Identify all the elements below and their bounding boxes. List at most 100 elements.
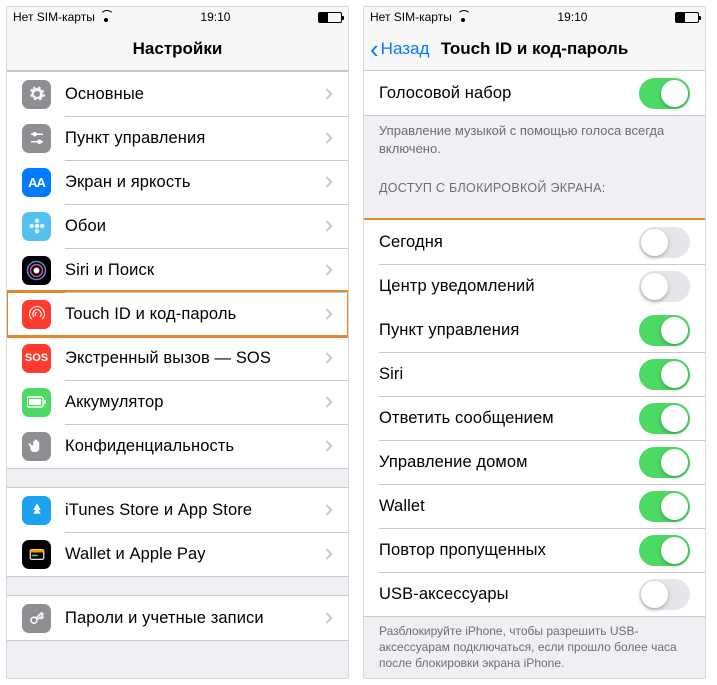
chevron-right-icon xyxy=(321,352,332,363)
nav-bar: Настройки xyxy=(7,27,348,71)
chevron-right-icon xyxy=(321,176,332,187)
chevron-right-icon xyxy=(321,440,332,451)
lock-access-row[interactable]: Повтор пропущенных xyxy=(364,528,705,572)
row-label: Сегодня xyxy=(379,233,639,252)
chevron-right-icon xyxy=(321,220,332,231)
gear-icon xyxy=(22,80,51,109)
touchid-list[interactable]: Голосовой набор Управление музыкой с пом… xyxy=(364,71,705,678)
row-label: Центр уведомлений xyxy=(379,277,639,296)
settings-row[interactable]: Конфиденциальность xyxy=(7,424,348,468)
status-bar: Нет SIM-карты 19:10 xyxy=(364,7,705,27)
row-label: Wallet и Apple Pay xyxy=(65,545,323,564)
row-label: Повтор пропущенных xyxy=(379,541,639,560)
row-label: Ответить сообщением xyxy=(379,409,639,428)
nav-bar: ‹ Назад Touch ID и код-пароль xyxy=(364,27,705,71)
row-label: Siri и Поиск xyxy=(65,261,323,280)
chevron-right-icon xyxy=(321,132,332,143)
row-label: Пункт управления xyxy=(65,129,323,148)
lock-access-row[interactable]: USB-аксессуары xyxy=(364,572,705,616)
carrier-text: Нет SIM-карты xyxy=(13,10,95,24)
row-label: Wallet xyxy=(379,497,639,516)
lock-access-row[interactable]: Siri xyxy=(364,352,705,396)
settings-row[interactable]: Основные xyxy=(7,72,348,116)
settings-row[interactable]: Пункт управления xyxy=(7,116,348,160)
settings-row[interactable]: Touch ID и код-пароль xyxy=(7,292,348,336)
toggle[interactable] xyxy=(639,315,690,346)
wallet-icon xyxy=(22,540,51,569)
voice-dial-toggle[interactable] xyxy=(639,78,690,109)
chevron-right-icon xyxy=(321,612,332,623)
wifi-icon xyxy=(99,12,113,22)
chevron-right-icon xyxy=(321,396,332,407)
batt-icon xyxy=(22,388,51,417)
toggle[interactable] xyxy=(639,271,690,302)
settings-screen: Нет SIM-карты 19:10 Настройки Основные Пу… xyxy=(6,6,349,679)
row-label: Пункт управления xyxy=(379,321,639,340)
lock-access-row[interactable]: Пункт управления xyxy=(364,308,705,352)
chevron-right-icon xyxy=(321,504,332,515)
row-label: USB-аксессуары xyxy=(379,585,639,604)
touchid-screen: Нет SIM-карты 19:10 ‹ Назад Touch ID и к… xyxy=(363,6,706,679)
row-label: Siri xyxy=(379,365,639,384)
voice-dial-label: Голосовой набор xyxy=(379,84,639,103)
key-icon xyxy=(22,604,51,633)
settings-list[interactable]: Основные Пункт управления AA Экран и яркост… xyxy=(7,71,348,678)
battery-icon xyxy=(675,12,699,23)
row-label: Пароли и учетные записи xyxy=(65,609,323,628)
settings-row[interactable]: SOS Экстренный вызов — SOS xyxy=(7,336,348,380)
row-label: Обои xyxy=(65,217,323,236)
toggle[interactable] xyxy=(639,403,690,434)
row-label: Аккумулятор xyxy=(65,393,323,412)
chevron-right-icon xyxy=(321,264,332,275)
lock-access-row[interactable]: Ответить сообщением xyxy=(364,396,705,440)
carrier-text: Нет SIM-карты xyxy=(370,10,452,24)
finger-icon xyxy=(22,300,51,329)
toggle[interactable] xyxy=(639,535,690,566)
astore-icon xyxy=(22,496,51,525)
siri-icon xyxy=(22,256,51,285)
sos-icon: SOS xyxy=(22,344,51,373)
row-label: Экран и яркость xyxy=(65,173,323,192)
voice-note: Управление музыкой с помощью голоса всег… xyxy=(364,116,705,165)
toggle[interactable] xyxy=(639,579,690,610)
usb-footer-note: Разблокируйте iPhone, чтобы разрешить US… xyxy=(364,617,705,678)
sliders-icon xyxy=(22,124,51,153)
lock-access-header: ДОСТУП С БЛОКИРОВКОЙ ЭКРАНА: xyxy=(364,165,705,201)
back-label: Назад xyxy=(381,39,430,59)
row-label: Экстренный вызов — SOS xyxy=(65,349,323,368)
clock: 19:10 xyxy=(557,10,587,24)
settings-row[interactable]: AA Экран и яркость xyxy=(7,160,348,204)
lock-access-row[interactable]: Сегодня xyxy=(364,220,705,264)
settings-row[interactable]: Siri и Поиск xyxy=(7,248,348,292)
row-label: Основные xyxy=(65,85,323,104)
battery-icon xyxy=(318,12,342,23)
chevron-right-icon xyxy=(321,308,332,319)
chevron-right-icon xyxy=(321,88,332,99)
settings-row[interactable]: Обои xyxy=(7,204,348,248)
row-label: Конфиденциальность xyxy=(65,437,323,456)
status-bar: Нет SIM-карты 19:10 xyxy=(7,7,348,27)
toggle[interactable] xyxy=(639,359,690,390)
chevron-left-icon: ‹ xyxy=(370,36,379,62)
aa-icon: AA xyxy=(22,168,51,197)
settings-row[interactable]: iTunes Store и App Store xyxy=(7,488,348,532)
toggle[interactable] xyxy=(639,447,690,478)
lock-access-row[interactable]: Wallet xyxy=(364,484,705,528)
toggle[interactable] xyxy=(639,491,690,522)
chevron-right-icon xyxy=(321,548,332,559)
settings-row[interactable]: Wallet и Apple Pay xyxy=(7,532,348,576)
back-button[interactable]: ‹ Назад xyxy=(370,36,429,62)
hand-icon xyxy=(22,432,51,461)
lock-access-row[interactable]: Управление домом xyxy=(364,440,705,484)
row-label: iTunes Store и App Store xyxy=(65,501,323,520)
page-title: Настройки xyxy=(133,39,223,59)
settings-row[interactable]: Пароли и учетные записи xyxy=(7,596,348,640)
lock-access-row[interactable]: Центр уведомлений xyxy=(364,264,705,308)
toggle[interactable] xyxy=(639,227,690,258)
voice-dial-row[interactable]: Голосовой набор xyxy=(364,71,705,115)
settings-row[interactable]: Аккумулятор xyxy=(7,380,348,424)
row-label: Управление домом xyxy=(379,453,639,472)
highlighted-rows: Сегодня Центр уведомлений xyxy=(364,220,705,308)
page-title: Touch ID и код-пароль xyxy=(441,39,629,59)
clock: 19:10 xyxy=(200,10,230,24)
